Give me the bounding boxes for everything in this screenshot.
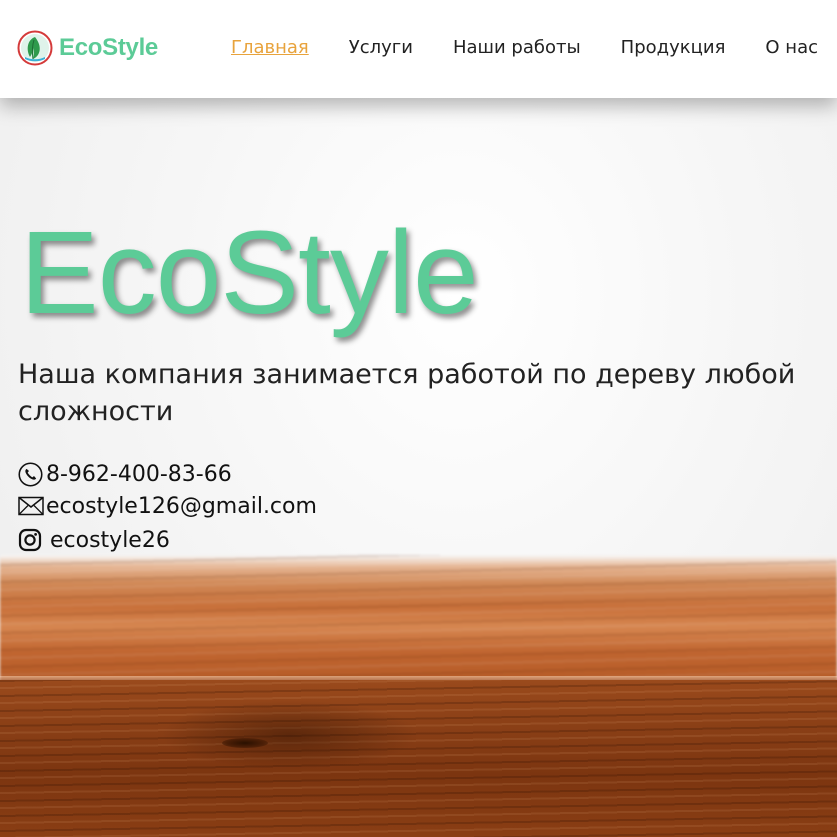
- hero-background-table-front: [0, 680, 837, 837]
- envelope-icon: [18, 496, 46, 516]
- contact-phone: 8-962-400-83-66: [18, 458, 317, 490]
- site-header: EcoStyle Главная Услуги Наши работы Прод…: [0, 0, 837, 98]
- email-link[interactable]: ecostyle126@gmail.com: [46, 494, 317, 519]
- hero-background-tabletop: [0, 555, 837, 685]
- phone-link[interactable]: 8-962-400-83-66: [46, 462, 232, 487]
- instagram-link[interactable]: ecostyle26: [50, 528, 170, 553]
- hero-title: EcoStyle: [20, 207, 479, 339]
- page: EcoStyle Главная Услуги Наши работы Прод…: [0, 0, 837, 837]
- nav-item-services[interactable]: Услуги: [349, 36, 413, 60]
- wood-knot: [222, 738, 268, 748]
- main-nav: Главная Услуги Наши работы Продукция О н…: [231, 36, 818, 60]
- hero-subtitle: Наша компания занимается работой по дере…: [18, 359, 796, 427]
- contact-list: 8-962-400-83-66 ecostyle126@gmail.com ec…: [18, 458, 317, 556]
- nav-item-our-works[interactable]: Наши работы: [453, 36, 581, 60]
- brand-name: EcoStyle: [59, 34, 158, 61]
- nav-item-about[interactable]: О нас: [765, 36, 818, 60]
- phone-icon: [18, 461, 46, 487]
- brand-home-link[interactable]: EcoStyle: [17, 30, 158, 66]
- instagram-icon: [18, 528, 50, 552]
- nav-item-products[interactable]: Продукция: [621, 36, 726, 60]
- wood-grain-shade: [160, 700, 420, 770]
- contact-email: ecostyle126@gmail.com: [18, 490, 317, 522]
- eco-leaf-globe-icon: [17, 30, 53, 66]
- nav-item-home[interactable]: Главная: [231, 36, 309, 60]
- contact-instagram: ecostyle26: [18, 524, 317, 556]
